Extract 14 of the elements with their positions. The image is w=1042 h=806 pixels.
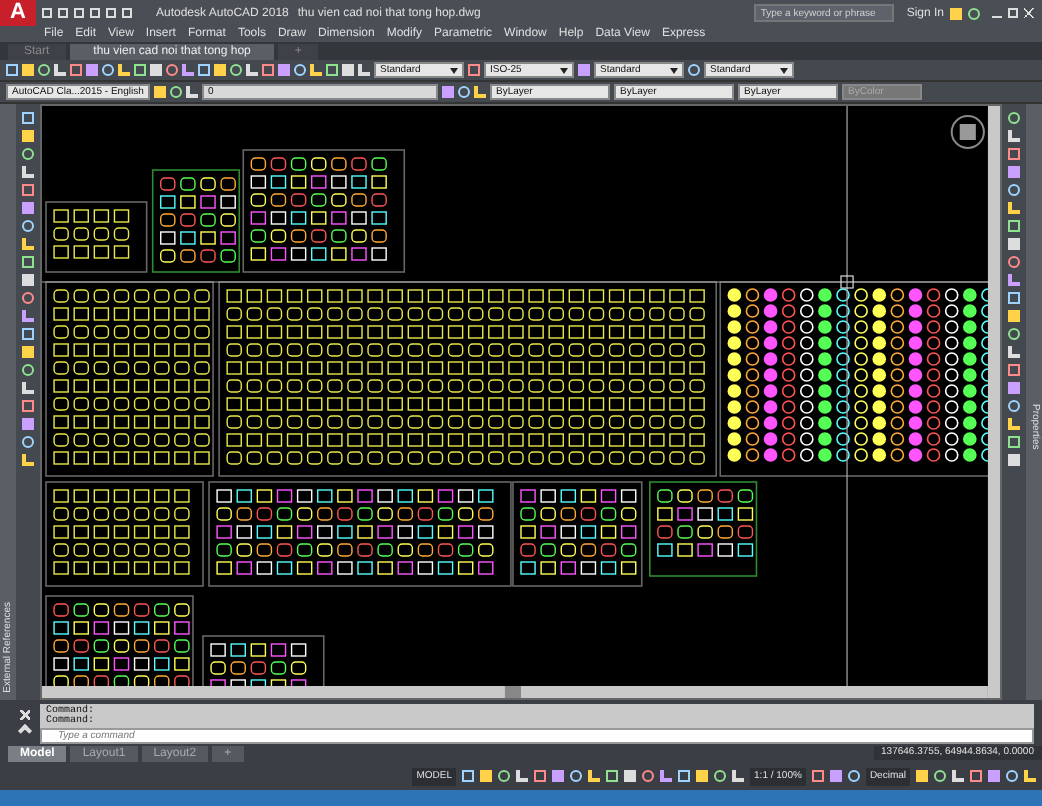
caret-icon	[670, 67, 678, 73]
style-icon[interactable]	[468, 64, 480, 76]
caret-icon	[560, 67, 568, 73]
close-icon[interactable]	[1024, 8, 1034, 18]
vertical-scrollbar[interactable]	[987, 106, 1000, 698]
horizontal-scrollbar[interactable]	[42, 686, 988, 698]
style-icon[interactable]	[358, 64, 370, 76]
maximize-button[interactable]	[1008, 8, 1018, 18]
close-icon[interactable]	[20, 710, 30, 720]
caret-icon	[780, 67, 788, 73]
caret-icon	[450, 67, 458, 73]
viewcube-icon[interactable]	[950, 115, 985, 149]
app-logo[interactable]: A	[0, 0, 36, 26]
style-icon[interactable]	[688, 64, 700, 76]
